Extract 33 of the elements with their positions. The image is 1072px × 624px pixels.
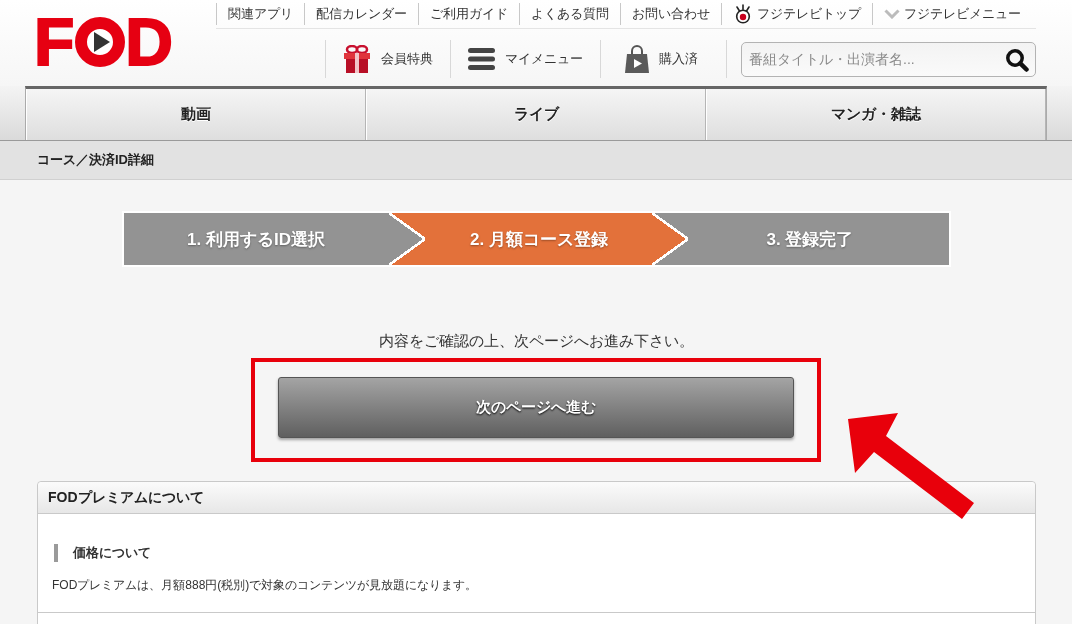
breadcrumb-text: コース／決済ID詳細 — [37, 151, 154, 169]
member-link[interactable]: 購入済 — [600, 40, 727, 78]
search-button[interactable] — [1004, 46, 1030, 73]
chevron-down-icon — [884, 9, 900, 19]
step: 1. 利用するID選択 — [123, 213, 389, 265]
section-text: FODプレミアムは、月額888円(税別)で対象のコンテンツが見放題になります。 — [52, 578, 479, 592]
panel-title: FODプレミアムについて — [48, 488, 204, 507]
step: 3. 登録完了 — [651, 213, 949, 265]
search-icon — [1005, 47, 1029, 72]
play-ring-icon — [75, 17, 126, 67]
top-link[interactable]: ご利用ガイド — [418, 3, 519, 25]
step: 2. 月額コース登録 — [388, 213, 652, 265]
logo-letter: F — [34, 16, 75, 68]
top-link[interactable]: フジテレビトップ — [721, 3, 872, 25]
logo-letter: D — [125, 16, 173, 68]
section-heading: 価格について — [54, 544, 151, 562]
next-page-button[interactable]: 次のページへ進む — [278, 377, 794, 438]
nav-tab[interactable]: ライブ — [366, 89, 706, 140]
member-link[interactable]: 会員特典 — [325, 40, 450, 78]
shopping-bag-icon — [625, 45, 649, 73]
top-link[interactable]: お問い合わせ — [620, 3, 721, 25]
top-link[interactable]: フジテレビメニュー — [872, 3, 1032, 25]
nav-tab[interactable]: 動画 — [26, 89, 366, 140]
top-link[interactable]: よくある質問 — [519, 3, 620, 25]
nav-tab[interactable]: マンガ・雑誌 — [706, 89, 1046, 140]
menu-icon — [468, 48, 495, 70]
top-link[interactable]: 配信カレンダー — [304, 3, 418, 25]
search-field[interactable]: 番組タイトル・出演者名... — [741, 41, 1036, 77]
top-link[interactable]: 関連アプリ — [216, 3, 304, 25]
instruction-text: 内容をご確認の上、次ページへお進み下さい。 — [378, 331, 694, 351]
member-link[interactable]: マイメニュー — [450, 40, 600, 78]
eye-icon — [733, 4, 753, 24]
gift-icon — [343, 45, 371, 73]
